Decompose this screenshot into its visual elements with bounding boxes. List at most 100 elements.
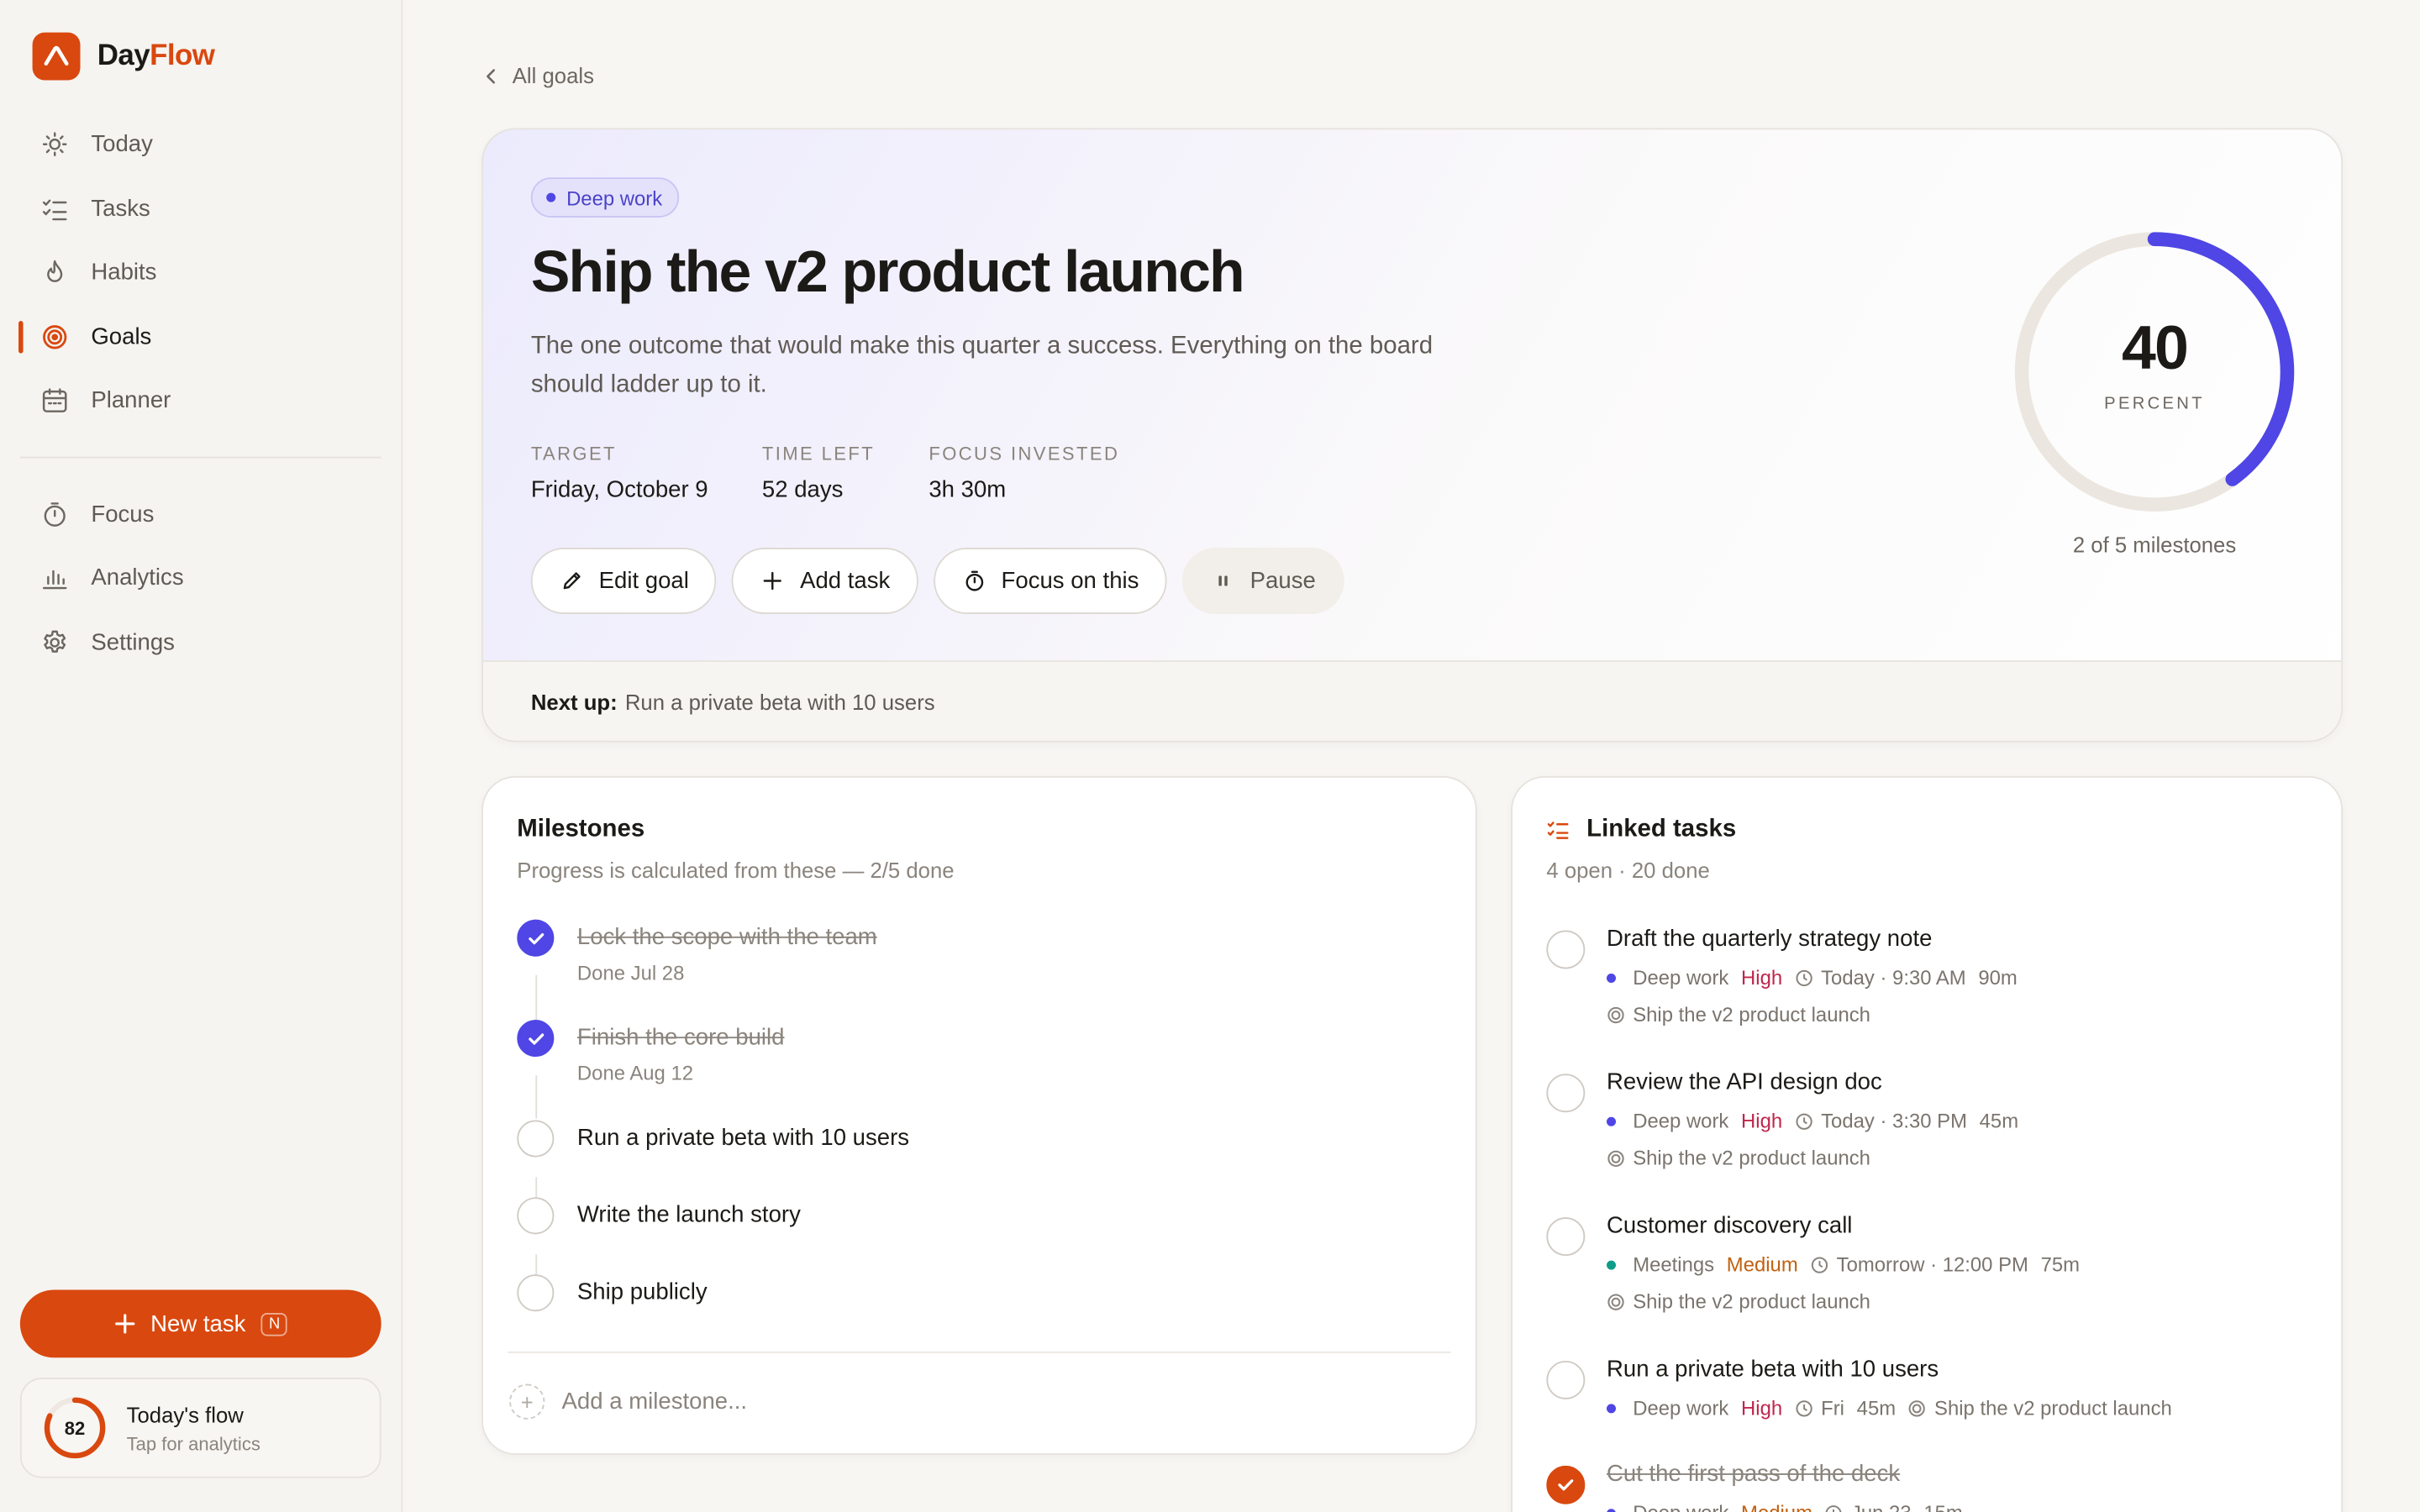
edit-goal-button[interactable]: Edit goal <box>530 548 717 615</box>
task-area: Deep work <box>1607 1501 1728 1512</box>
clock-icon <box>1796 969 1812 986</box>
task-checkbox[interactable] <box>1546 1217 1586 1257</box>
goal-title: Ship the v2 product launch <box>530 240 1245 306</box>
goal-actions: Edit goal Add task Focus on this Pause <box>530 548 1344 615</box>
task-area: Deep work <box>1607 1110 1728 1132</box>
task-checkbox[interactable] <box>1546 1360 1586 1399</box>
sidebar-item-tasks[interactable]: Tasks <box>20 176 381 240</box>
milestone-connector <box>535 1254 538 1276</box>
stat-time-left: TIME LEFT 52 days <box>762 443 875 503</box>
linked-tasks-subtitle: 4 open · 20 done <box>1546 858 1710 883</box>
milestone-checkbox[interactable] <box>517 1274 555 1312</box>
milestone-checkbox[interactable] <box>517 1120 555 1158</box>
milestone-label: Run a private beta with 10 users <box>576 1124 910 1152</box>
goal-area-label: Deep work <box>566 186 663 209</box>
stat-value: 52 days <box>761 476 844 503</box>
next-up-label: Next up: <box>530 689 618 714</box>
area-dot-icon <box>1607 1508 1617 1512</box>
milestone-checkbox[interactable] <box>517 919 555 957</box>
target-icon <box>1607 1149 1624 1167</box>
area-dot-icon <box>1607 1116 1617 1126</box>
stat-value: 3h 30m <box>929 476 1007 503</box>
sidebar: DayFlow Today Tasks Habits Goals Planner <box>0 0 403 1512</box>
task-checkbox[interactable] <box>1546 1074 1586 1113</box>
task-duration: 75m <box>2040 1252 2081 1276</box>
sun-icon <box>42 132 67 157</box>
sidebar-item-planner[interactable]: Planner <box>20 369 381 433</box>
task-time: Today · 9:30 AM <box>1795 966 1966 989</box>
flow-subtitle: Tap for analytics <box>126 1432 260 1455</box>
flow-score-ring: 82 <box>42 1394 108 1461</box>
new-task-button[interactable]: New task N <box>19 1289 381 1358</box>
progress-unit: PERCENT <box>2104 395 2205 414</box>
sidebar-item-label: Tasks <box>91 195 150 223</box>
check-icon <box>528 932 544 944</box>
sidebar-item-label: Planner <box>91 387 171 414</box>
goal-hero-card: Deep work Ship the v2 product launch The… <box>481 128 2344 743</box>
todays-flow-card[interactable]: 82 Today's flow Tap for analytics <box>19 1378 381 1478</box>
milestone-label: Write the launch story <box>576 1201 801 1229</box>
back-link[interactable]: All goals <box>485 63 594 88</box>
task-title: Customer discovery call <box>1607 1212 1853 1239</box>
add-task-button[interactable]: Add task <box>732 548 918 615</box>
milestone-date: Done Jul 28 <box>576 961 685 984</box>
target-icon <box>1607 1293 1624 1310</box>
target-icon <box>43 324 67 349</box>
sidebar-item-today[interactable]: Today <box>20 113 381 176</box>
task-checkbox[interactable] <box>1546 930 1586 969</box>
sidebar-item-settings[interactable]: Settings <box>20 610 381 674</box>
add-milestone-placeholder: Add a milestone... <box>561 1389 748 1415</box>
stat-label: FOCUS INVESTED <box>929 443 1120 465</box>
progress-value: 40 <box>2122 314 2189 383</box>
timer-icon <box>44 501 66 527</box>
sidebar-item-habits[interactable]: Habits <box>20 241 381 305</box>
sidebar-nav: Today Tasks Habits Goals Planner Focus A… <box>18 113 381 675</box>
checklist-icon <box>42 199 67 220</box>
task-goal: Ship the v2 product launch <box>1607 1003 1870 1026</box>
sidebar-item-label: Goals <box>91 323 152 350</box>
milestones-divider <box>508 1351 1451 1353</box>
sidebar-item-goals[interactable]: Goals <box>18 305 381 369</box>
brand[interactable]: DayFlow <box>32 32 215 81</box>
task-goal: Ship the v2 product launch <box>1607 1147 1870 1169</box>
plus-icon <box>114 1314 134 1334</box>
milestone-label: Ship publicly <box>576 1278 708 1305</box>
target-icon <box>1909 1399 1926 1416</box>
stat-label: TARGET <box>530 443 617 465</box>
timer-icon <box>965 570 983 591</box>
brand-name: DayFlow <box>97 39 215 72</box>
task-title: Run a private beta with 10 users <box>1607 1356 1939 1383</box>
sidebar-item-label: Today <box>91 131 153 158</box>
clock-icon <box>1796 1399 1812 1416</box>
gear-icon <box>44 630 66 653</box>
task-area: Deep work <box>1607 966 1728 989</box>
goal-area-tag[interactable]: Deep work <box>530 177 680 218</box>
clock-icon <box>1826 1504 1843 1512</box>
task-meta: Deep work High Fri 45m Ship the v2 produ… <box>1607 1396 2172 1420</box>
task-meta: Meetings Medium Tomorrow · 12:00 PM 75m <box>1607 1252 2080 1276</box>
linked-tasks-card: Linked tasks 4 open · 20 done Draft the … <box>1511 775 2344 1512</box>
sidebar-item-label: Analytics <box>91 564 184 591</box>
next-up-value[interactable]: Run a private beta with 10 users <box>625 689 935 713</box>
sidebar-item-label: Focus <box>91 501 155 528</box>
pause-button[interactable]: Pause <box>1181 548 1344 615</box>
task-title: Review the API design doc <box>1607 1068 1882 1096</box>
pause-label: Pause <box>1249 567 1316 595</box>
milestone-checkbox[interactable] <box>517 1197 555 1235</box>
stat-label: TIME LEFT <box>761 443 876 465</box>
add-task-label: Add task <box>800 567 891 595</box>
area-dot-icon <box>546 192 556 202</box>
focus-on-this-button[interactable]: Focus on this <box>933 548 1167 615</box>
task-checkbox[interactable] <box>1546 1465 1586 1504</box>
milestone-checkbox[interactable] <box>517 1020 555 1058</box>
sidebar-item-focus[interactable]: Focus <box>20 482 381 546</box>
dayflow-logo-icon <box>32 32 81 81</box>
sidebar-item-analytics[interactable]: Analytics <box>20 546 381 610</box>
pencil-icon <box>563 572 581 590</box>
check-icon <box>528 1032 544 1044</box>
task-duration: 45m <box>1979 1109 2019 1133</box>
task-goal: Ship the v2 product launch <box>1607 1289 1870 1313</box>
add-milestone-input[interactable]: + Add a milestone... <box>509 1383 748 1420</box>
task-title: Draft the quarterly strategy note <box>1607 926 1933 953</box>
milestones-count: 2 of 5 milestones <box>2072 532 2237 558</box>
